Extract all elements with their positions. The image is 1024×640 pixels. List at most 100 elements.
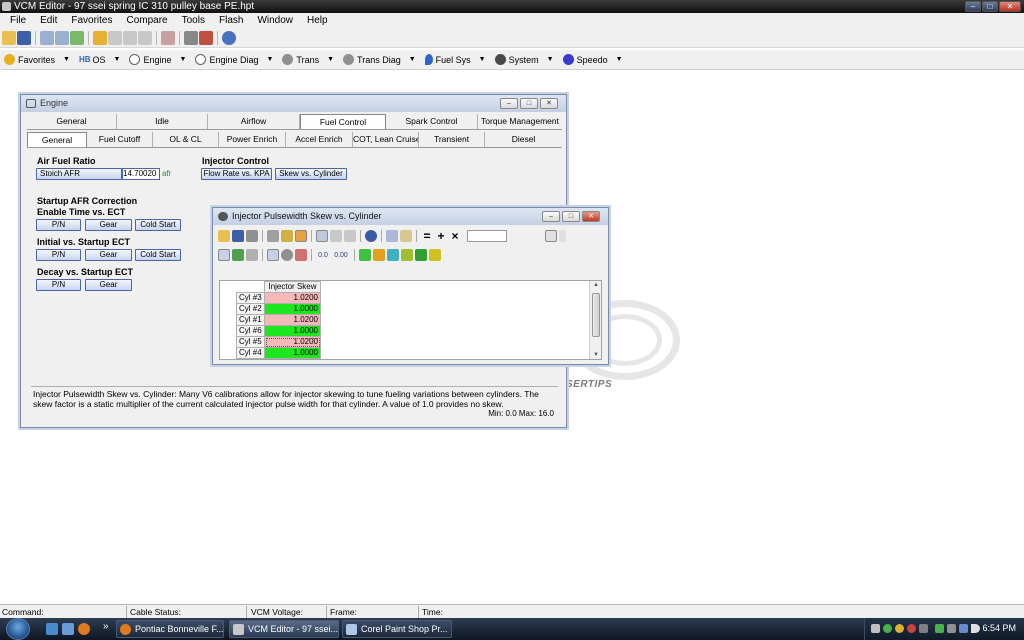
chevron-down-icon[interactable]: ▼ xyxy=(266,56,273,63)
close-button[interactable]: ✕ xyxy=(582,211,600,222)
highlight-icon[interactable] xyxy=(295,230,307,242)
initial-cold-start-button[interactable]: Cold Start xyxy=(135,249,181,261)
nav-favorites[interactable]: Favorites ▼ xyxy=(4,54,70,65)
grid-icon[interactable] xyxy=(267,249,279,261)
enable-pn-button[interactable]: P/N xyxy=(36,219,81,231)
write-vehicle-icon[interactable] xyxy=(55,30,69,45)
menu-flash[interactable]: Flash xyxy=(212,15,250,26)
compare-table-icon[interactable] xyxy=(344,230,356,242)
wizard-icon[interactable] xyxy=(281,230,293,242)
nav-trans-diag[interactable]: Trans Diag ▼ xyxy=(343,54,416,65)
close-button[interactable]: ✕ xyxy=(540,98,558,109)
table-cell[interactable]: 1.0200 xyxy=(264,314,321,326)
nav-speedo[interactable]: Speedo ▼ xyxy=(562,54,623,65)
row-header[interactable]: Cyl #2 xyxy=(236,303,265,315)
color-scale-2-icon[interactable] xyxy=(373,249,385,261)
car-icon[interactable] xyxy=(184,30,198,45)
view-mode-icon[interactable] xyxy=(545,230,557,242)
engine-window-title-bar[interactable]: Engine – □ ✕ xyxy=(21,95,566,112)
scroll-down-icon[interactable]: ▼ xyxy=(590,352,602,358)
tab-torque-management[interactable]: Torque Management xyxy=(478,114,562,129)
undo-icon[interactable] xyxy=(365,230,377,242)
tile-icon[interactable] xyxy=(559,230,566,242)
initial-gear-button[interactable]: Gear xyxy=(85,249,132,261)
start-button[interactable] xyxy=(6,618,30,640)
table-icon[interactable] xyxy=(218,249,230,261)
maximize-button[interactable]: □ xyxy=(562,211,580,222)
skew-window-title-bar[interactable]: Injector Pulsewidth Skew vs. Cylinder – … xyxy=(213,208,608,225)
task-vcm-editor[interactable]: VCM Editor - 97 ssei... xyxy=(229,620,339,638)
tray-security-icon[interactable] xyxy=(907,624,916,633)
tab-power-enrich[interactable]: Power Enrich xyxy=(219,132,286,147)
close-button[interactable]: ✕ xyxy=(999,1,1021,12)
decay-gear-button[interactable]: Gear xyxy=(85,279,132,291)
minimize-button[interactable]: – xyxy=(500,98,518,109)
initial-pn-button[interactable]: P/N xyxy=(36,249,81,261)
quick-launch-chevron-icon[interactable]: » xyxy=(103,621,109,632)
minimize-button[interactable]: – xyxy=(542,211,560,222)
tab-ol-cl[interactable]: OL & CL xyxy=(153,132,219,147)
tray-app-icon[interactable] xyxy=(871,624,880,633)
maximize-button[interactable]: □ xyxy=(520,98,538,109)
volume-icon[interactable] xyxy=(971,624,980,633)
paste-icon[interactable] xyxy=(400,230,412,242)
menu-edit[interactable]: Edit xyxy=(33,15,64,26)
chevron-down-icon[interactable]: ▼ xyxy=(547,56,554,63)
clock[interactable]: 6:54 PM xyxy=(982,623,1016,633)
save-icon[interactable] xyxy=(17,30,31,45)
nav-engine[interactable]: Engine ▼ xyxy=(129,54,186,65)
stoich-afr-field[interactable]: 14.70020 xyxy=(122,168,160,180)
copy-icon[interactable] xyxy=(386,230,398,242)
download-icon[interactable] xyxy=(222,30,236,45)
nav-os[interactable]: HB OS ▼ xyxy=(79,55,121,65)
task-pontiac-bonneville[interactable]: Pontiac Bonneville F... xyxy=(116,620,224,638)
tab-accel-enrich[interactable]: Accel Enrich xyxy=(286,132,353,147)
column-header[interactable]: Injector Skew xyxy=(264,281,321,293)
color-scale-4-icon[interactable] xyxy=(401,249,413,261)
tray-chart-icon[interactable] xyxy=(935,624,944,633)
nav-fuel-sys[interactable]: Fuel Sys ▼ xyxy=(424,54,486,65)
nav-engine-diag[interactable]: Engine Diag ▼ xyxy=(195,54,273,65)
tab-fuel-cutoff[interactable]: Fuel Cutoff xyxy=(87,132,153,147)
nav-trans[interactable]: Trans ▼ xyxy=(282,54,334,65)
operation-value-input[interactable] xyxy=(467,230,507,242)
menu-window[interactable]: Window xyxy=(250,15,300,26)
compare-grid-icon[interactable] xyxy=(123,30,137,45)
plus-icon[interactable]: + xyxy=(435,229,447,243)
row-header[interactable]: Cyl #1 xyxy=(236,314,265,326)
table-view-icon[interactable] xyxy=(330,230,342,242)
flow-rate-vs-kpa-button[interactable]: Flow Rate vs. KPA xyxy=(201,168,272,180)
chart-icon[interactable] xyxy=(232,249,244,261)
chevron-down-icon[interactable]: ▼ xyxy=(479,56,486,63)
tab-general[interactable]: General xyxy=(27,114,117,129)
table-cell[interactable]: 1.0200 xyxy=(264,336,321,348)
car-flash-icon[interactable] xyxy=(199,30,213,45)
scrollbar-thumb[interactable] xyxy=(592,293,600,337)
show-desktop-icon[interactable] xyxy=(46,623,58,635)
tray-device-icon[interactable] xyxy=(919,624,928,633)
history-grid-icon[interactable] xyxy=(138,30,152,45)
chevron-down-icon[interactable]: ▼ xyxy=(114,56,121,63)
tray-update-icon[interactable] xyxy=(895,624,904,633)
save-icon[interactable] xyxy=(232,230,244,242)
nav-system[interactable]: System ▼ xyxy=(494,54,554,65)
chevron-down-icon[interactable]: ▼ xyxy=(409,56,416,63)
verify-icon[interactable] xyxy=(70,30,84,45)
table-cell[interactable]: 1.0000 xyxy=(264,325,321,337)
open-folder-icon[interactable] xyxy=(2,30,16,45)
crosshair-icon[interactable] xyxy=(295,249,307,261)
enable-gear-button[interactable]: Gear xyxy=(85,219,132,231)
skew-vs-cylinder-button[interactable]: Skew vs. Cylinder xyxy=(275,168,347,180)
tab-cot-lean-cruise[interactable]: COT, Lean Cruise xyxy=(353,132,419,147)
row-header[interactable]: Cyl #6 xyxy=(236,325,265,337)
decrease-precision-icon[interactable]: 0.0 xyxy=(316,252,330,259)
row-header[interactable]: Cyl #3 xyxy=(236,292,265,304)
compare-table-icon[interactable] xyxy=(108,30,122,45)
menu-favorites[interactable]: Favorites xyxy=(64,15,119,26)
open-folder-icon[interactable] xyxy=(218,230,230,242)
stoich-afr-button[interactable]: Stoich AFR xyxy=(36,168,122,180)
tray-status-icon[interactable] xyxy=(883,624,892,633)
color-scale-3-icon[interactable] xyxy=(387,249,399,261)
tab-spark-control[interactable]: Spark Control xyxy=(386,114,478,129)
tab-airflow[interactable]: Airflow xyxy=(208,114,300,129)
